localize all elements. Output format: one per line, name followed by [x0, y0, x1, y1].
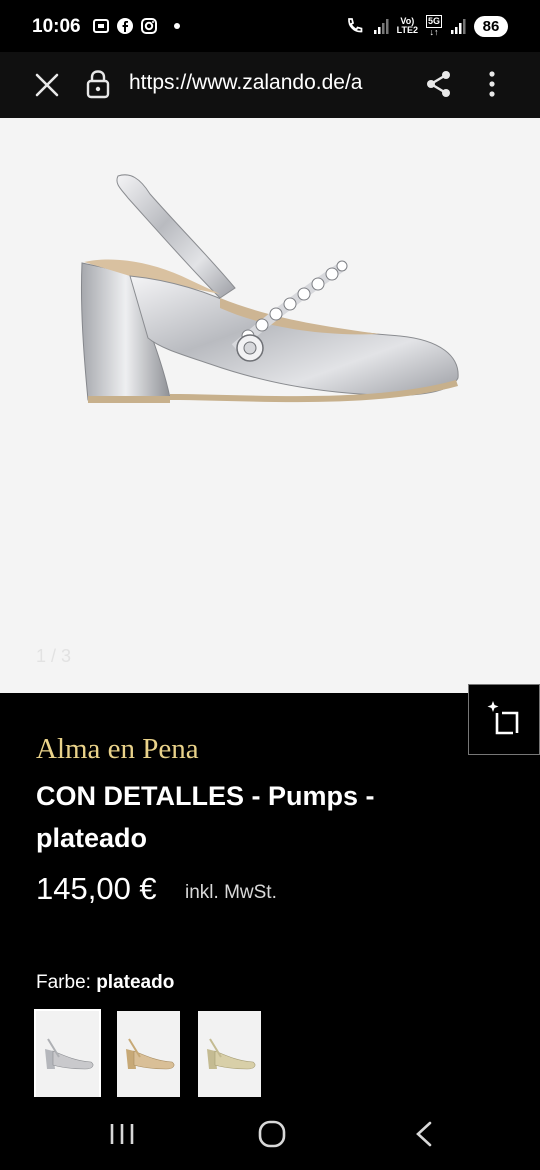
5g-indicator: 5G ↓↑ — [425, 15, 442, 37]
battery-level: 86 — [474, 15, 508, 37]
swatch-silver-thumbnail — [45, 1038, 94, 1070]
color-swatches — [34, 1009, 261, 1099]
network-type: Vo) LTE2 — [397, 17, 418, 35]
signal-icon-1 — [373, 19, 389, 34]
color-label: Farbe: — [36, 972, 91, 993]
clock: 10:06 — [32, 16, 81, 37]
find-similar-button[interactable] — [468, 684, 540, 755]
wifi-call-icon — [347, 18, 362, 33]
share-icon[interactable] — [422, 67, 456, 101]
visual-search-icon — [487, 701, 519, 735]
swatch-beige[interactable] — [117, 1011, 180, 1097]
product-image-gallery[interactable]: 1 / 3 — [0, 118, 540, 693]
back-button[interactable] — [404, 1119, 444, 1149]
product-title: CON DETALLES - Pumps - plateado — [36, 781, 375, 853]
recent-apps-button[interactable] — [102, 1119, 142, 1149]
facebook-icon — [117, 18, 133, 34]
selected-color: plateado — [96, 972, 175, 993]
lte-label: LTE2 — [396, 25, 418, 35]
system-icons: Vo) LTE2 5G ↓↑ 86 — [345, 15, 508, 37]
system-navigation-bar — [0, 1097, 540, 1170]
tax-note: inkl. MwSt. — [185, 882, 277, 903]
color-selection-label: Farbe: plateado — [36, 972, 174, 994]
signal-icon-2 — [451, 19, 466, 34]
product-info: Alma en Pena CON DETALLES - Pumps - plat… — [0, 684, 540, 1099]
home-button[interactable] — [252, 1119, 292, 1149]
product-price: 145,00 € — [36, 871, 157, 906]
status-bar: 10:06 Vo) LTE2 5G ↓↑ 86 — [0, 0, 540, 52]
swatch-silver[interactable] — [34, 1009, 101, 1099]
screenshot-icon — [93, 19, 109, 33]
more-notifications-dot — [174, 23, 180, 29]
brand-name[interactable]: Alma en Pena — [36, 733, 199, 766]
swatch-gold[interactable] — [198, 1011, 261, 1097]
swatch-gold-thumbnail — [207, 1038, 256, 1070]
data-arrows-icon: ↓↑ — [429, 27, 439, 37]
notification-icons — [92, 17, 180, 35]
close-tab-button[interactable] — [30, 68, 64, 102]
browser-toolbar: https://www.zalando.de/a — [0, 52, 540, 118]
image-counter: 1 / 3 — [36, 646, 72, 666]
swatch-beige-thumbnail — [126, 1038, 175, 1070]
product-image-silver-pump[interactable] — [70, 168, 470, 418]
url-bar[interactable]: https://www.zalando.de/a — [129, 71, 405, 95]
instagram-icon — [141, 18, 157, 34]
lock-icon[interactable] — [84, 68, 112, 100]
more-options-icon[interactable] — [478, 67, 506, 101]
